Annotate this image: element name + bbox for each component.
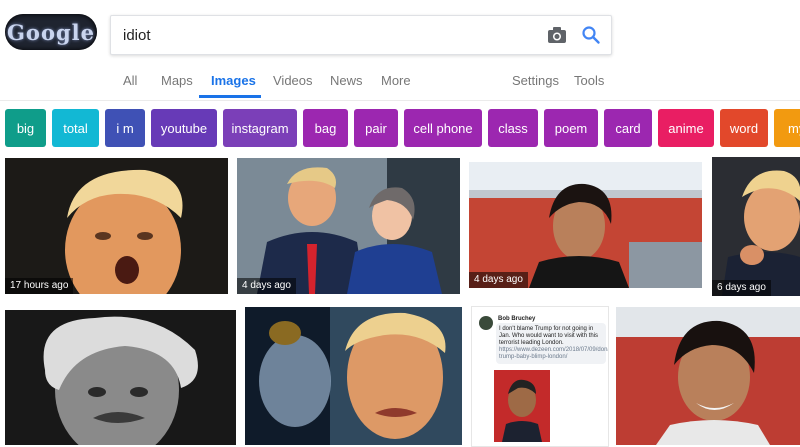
tab-all[interactable]: All	[123, 73, 137, 88]
chip-poem[interactable]: poem	[544, 109, 598, 147]
image-result[interactable]: 4 days ago	[469, 162, 702, 288]
tweet-text: I don't blame Trump for not going in Jan…	[499, 326, 599, 346]
search-tabs: All Maps Images Videos News More Setting…	[0, 64, 800, 100]
chip-anime[interactable]: anime	[658, 109, 714, 147]
tweet-photo	[494, 370, 550, 442]
result-image	[616, 307, 800, 445]
tab-tools[interactable]: Tools	[574, 73, 604, 88]
chip-cell-phone[interactable]: cell phone	[404, 109, 482, 147]
chip-my[interactable]: my	[774, 109, 800, 147]
tab-more[interactable]: More	[381, 73, 411, 88]
tab-maps[interactable]: Maps	[161, 73, 193, 88]
image-result[interactable]: Bob Bruchey I don't blame Trump for not …	[471, 306, 609, 447]
chip-bag[interactable]: bag	[303, 109, 348, 147]
header: Google All Maps Images Videos News More …	[0, 0, 800, 101]
logo-text: Google	[7, 19, 95, 45]
tab-images[interactable]: Images	[211, 73, 256, 88]
image-result[interactable]	[616, 307, 800, 445]
result-image	[237, 158, 460, 294]
chip-big[interactable]: big	[5, 109, 46, 147]
search-box[interactable]	[110, 15, 612, 55]
tab-settings[interactable]: Settings	[512, 73, 559, 88]
result-image	[245, 307, 462, 445]
tab-news[interactable]: News	[330, 73, 363, 88]
chip-class[interactable]: class	[488, 109, 538, 147]
image-result[interactable]: 4 days ago	[237, 158, 460, 294]
search-input[interactable]	[123, 25, 523, 45]
tab-videos[interactable]: Videos	[273, 73, 313, 88]
chip-word[interactable]: word	[720, 109, 768, 147]
timestamp: 4 days ago	[237, 278, 296, 294]
chip-card[interactable]: card	[604, 109, 652, 147]
tweet-author: Bob Bruchey	[498, 316, 536, 322]
chip-i-m[interactable]: i m	[105, 109, 145, 147]
timestamp: 4 days ago	[469, 272, 528, 288]
result-image	[712, 157, 800, 296]
search-icon[interactable]	[581, 25, 601, 45]
active-tab-indicator	[199, 95, 261, 98]
google-doodle-logo[interactable]: Google	[5, 14, 97, 50]
result-image	[5, 310, 236, 445]
result-image	[5, 158, 228, 294]
result-image	[469, 162, 702, 288]
image-result[interactable]: 17 hours ago	[5, 158, 228, 294]
image-result[interactable]: 6 days ago	[712, 157, 800, 296]
camera-icon[interactable]	[547, 26, 567, 44]
related-searches-chips: big total i m youtube instagram bag pair…	[0, 109, 800, 149]
avatar	[479, 316, 493, 330]
image-result[interactable]	[245, 307, 462, 445]
timestamp: 17 hours ago	[5, 278, 74, 294]
chip-pair[interactable]: pair	[354, 109, 398, 147]
chip-total[interactable]: total	[52, 109, 99, 147]
tweet-link[interactable]: https://www.dezeen.com/2018/07/09/donald…	[499, 347, 608, 360]
tweet-bubble: I don't blame Trump for not going in Jan…	[496, 323, 608, 364]
image-result[interactable]	[5, 310, 236, 445]
chip-youtube[interactable]: youtube	[151, 109, 217, 147]
timestamp: 6 days ago	[712, 280, 771, 296]
chip-instagram[interactable]: instagram	[223, 109, 297, 147]
